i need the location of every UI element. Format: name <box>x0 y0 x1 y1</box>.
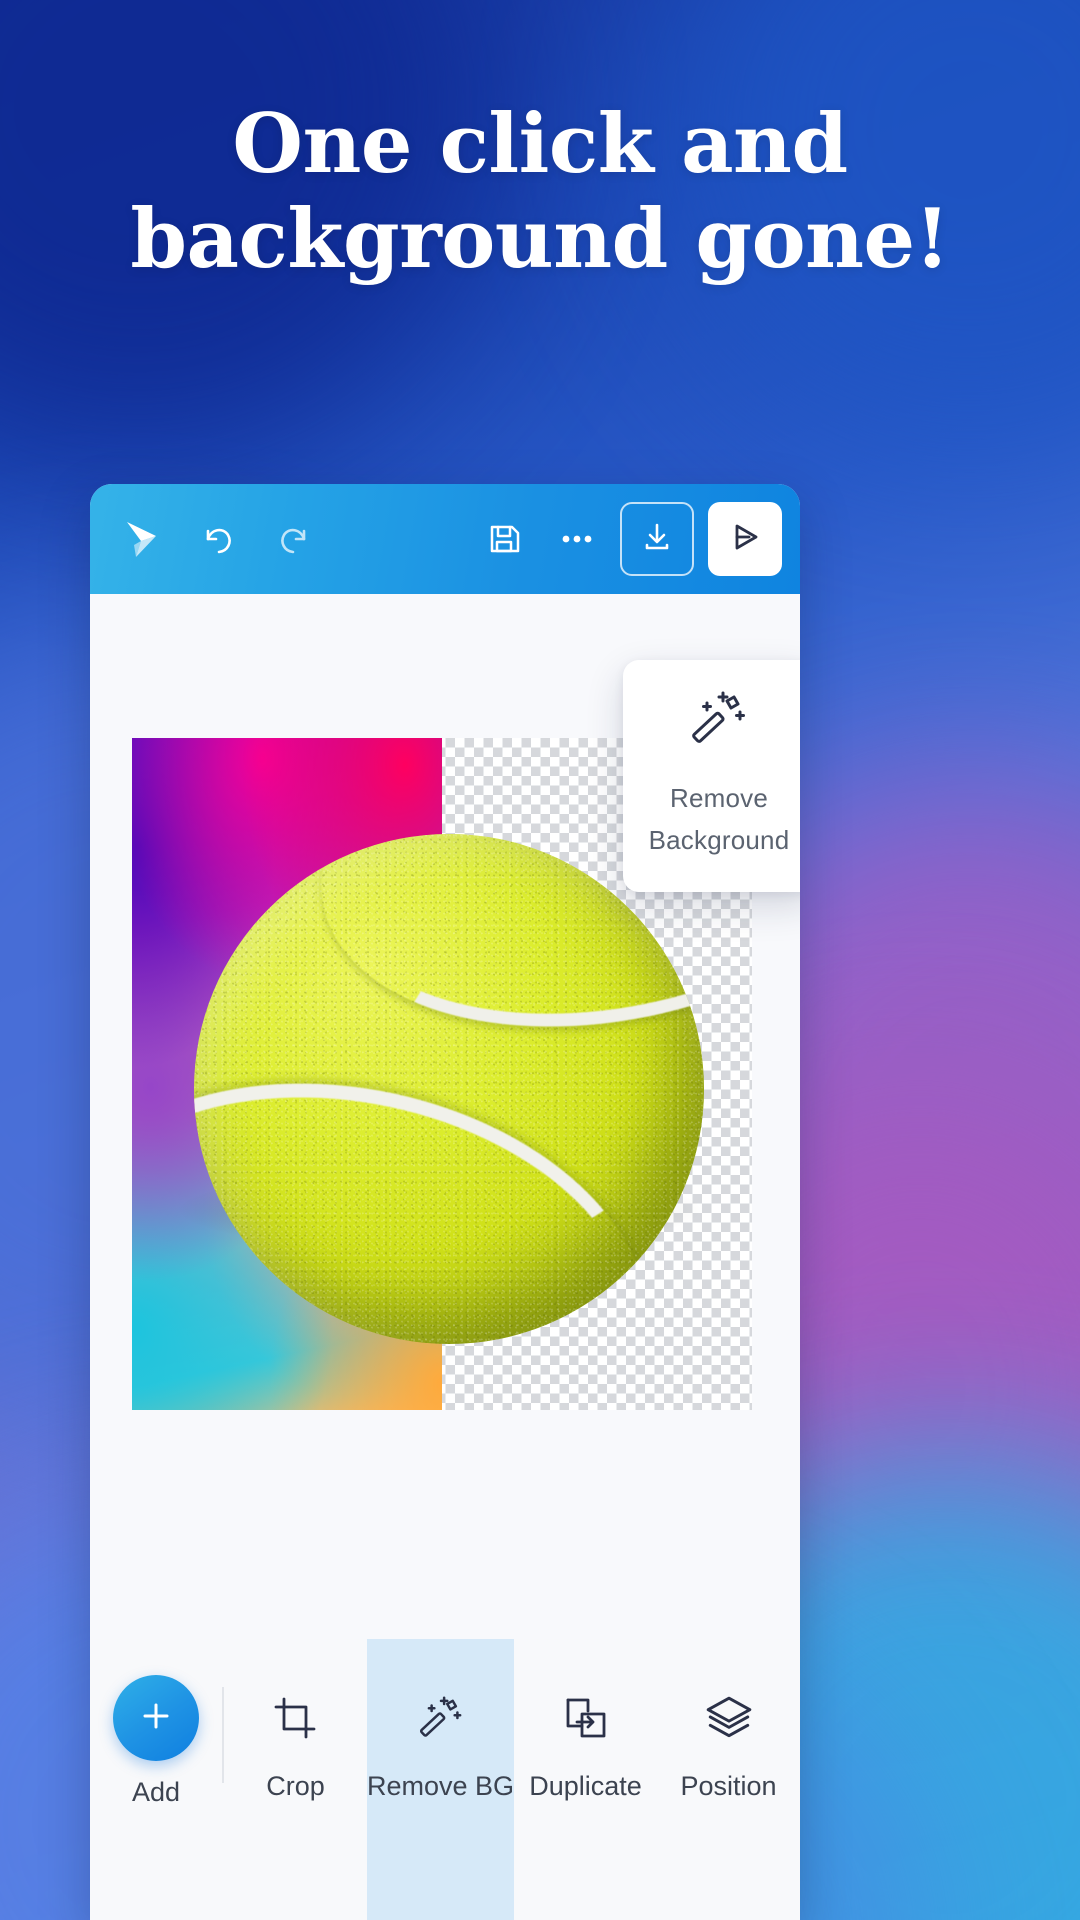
magic-wand-icon <box>416 1687 466 1749</box>
floppy-disk-save-icon[interactable] <box>476 510 534 568</box>
bottom-tool-bar: Add Crop Remove BG Duplicate Position <box>90 1639 800 1920</box>
more-options-dots-icon[interactable] <box>548 510 606 568</box>
add-label: Add <box>131 1777 181 1807</box>
phone-mockup: Remove Background Add Crop Remove BG Dup… <box>90 484 800 1920</box>
remove-background-card-label: Remove Background <box>649 778 790 860</box>
tool-crop[interactable]: Crop <box>224 1639 367 1920</box>
tool-duplicate[interactable]: Duplicate <box>514 1639 657 1920</box>
tool-duplicate-label: Duplicate <box>529 1771 642 1801</box>
tool-remove-bg-label: Remove BG <box>366 1771 515 1801</box>
editor-canvas-area[interactable]: Remove Background <box>90 594 800 1639</box>
plus-icon <box>134 1694 178 1743</box>
crop-icon <box>271 1687 319 1749</box>
app-top-toolbar <box>90 484 800 594</box>
tool-position-label: Position <box>680 1771 777 1801</box>
share-button[interactable] <box>708 502 782 576</box>
tool-crop-label: Crop <box>266 1771 325 1801</box>
add-button[interactable] <box>113 1675 199 1761</box>
promo-headline: One click and background gone! <box>0 104 1080 280</box>
tool-position[interactable]: Position <box>657 1639 800 1920</box>
card-label-line-1: Remove <box>669 783 768 814</box>
share-send-icon <box>725 517 765 562</box>
tennis-ball-image <box>194 834 704 1344</box>
download-button[interactable] <box>620 502 694 576</box>
headline-line-2: background gone! <box>130 192 950 287</box>
tool-list: Crop Remove BG Duplicate Position <box>224 1639 800 1920</box>
card-label-line-2: Background <box>648 824 790 855</box>
paper-plane-logo-icon[interactable] <box>114 510 172 568</box>
remove-background-card[interactable]: Remove Background <box>623 660 800 892</box>
redo-arrow-icon[interactable] <box>266 510 324 568</box>
undo-arrow-icon[interactable] <box>188 510 246 568</box>
duplicate-icon <box>562 1687 610 1749</box>
magic-wand-sparkles-icon <box>687 687 751 756</box>
download-arrow-icon <box>638 518 676 561</box>
add-tool[interactable]: Add <box>90 1639 222 1808</box>
layers-icon <box>704 1687 754 1749</box>
tool-remove-bg[interactable]: Remove BG <box>366 1639 515 1920</box>
headline-line-1: One click and <box>232 97 848 192</box>
